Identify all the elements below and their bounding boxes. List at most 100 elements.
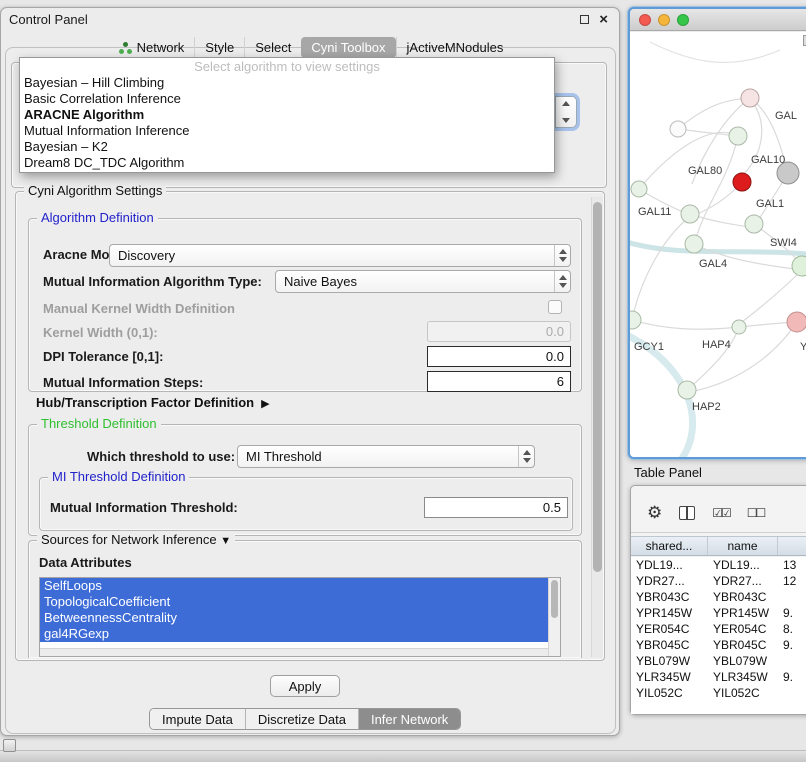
control-panel-titlebar[interactable]: Control Panel ×: [1, 8, 619, 32]
table-row[interactable]: YDL19...YDL19...13: [631, 557, 806, 573]
data-attributes-listbox[interactable]: SelfLoopsTopologicalCoefficientBetweenne…: [39, 577, 561, 657]
table-row[interactable]: YBR045CYBR045C9.: [631, 637, 806, 653]
dpi-tolerance-label: DPI Tolerance [0,1]:: [43, 349, 163, 364]
control-panel-window: Control Panel × Network StyleSelectCyni T…: [0, 7, 620, 736]
scrollbar-thumb[interactable]: [551, 580, 558, 618]
network-node[interactable]: [685, 235, 703, 253]
table-row[interactable]: YPR145WYPR145W9.: [631, 605, 806, 621]
algorithm-combobox-fragment[interactable]: [555, 96, 577, 128]
list-vertical-scrollbar[interactable]: [548, 578, 560, 656]
list-horizontal-scrollbar[interactable]: [40, 648, 548, 656]
attribute-item[interactable]: gal4RGexp: [40, 626, 548, 642]
gear-icon[interactable]: ⚙: [647, 503, 662, 523]
bottom-tab-infer-network[interactable]: Infer Network: [358, 709, 460, 729]
network-node[interactable]: [741, 89, 759, 107]
which-threshold-value: MI Threshold: [238, 449, 518, 464]
data-attributes-list: SelfLoopsTopologicalCoefficientBetweenne…: [40, 578, 560, 642]
table-cell: YDL19...: [631, 557, 708, 573]
table-row[interactable]: YBL079WYBL079W: [631, 653, 806, 669]
which-threshold-combobox[interactable]: MI Threshold: [237, 445, 535, 468]
node-label: GAL10: [751, 154, 785, 166]
network-canvas[interactable]: GALGAL80GAL10GAL1GAL11SWI4GAL4GCY1HAP4HA…: [630, 32, 806, 457]
column-header[interactable]: [778, 537, 806, 555]
network-node[interactable]: [732, 320, 746, 334]
bottom-tab-impute-data[interactable]: Impute Data: [150, 709, 245, 729]
attribute-item[interactable]: BetweennessCentrality: [40, 610, 548, 626]
table-row[interactable]: YBR043CYBR043C: [631, 589, 806, 605]
scrollbar-thumb[interactable]: [593, 202, 602, 572]
table-row[interactable]: YLR345WYLR345W9.: [631, 669, 806, 685]
mi-threshold-field[interactable]: 0.5: [424, 497, 568, 518]
columns-icon[interactable]: [679, 506, 695, 520]
network-node[interactable]: [792, 256, 806, 276]
network-node[interactable]: [787, 312, 806, 332]
select-all-icon[interactable]: ☑☑: [712, 506, 730, 520]
tab-network[interactable]: Network: [109, 37, 195, 58]
zoom-traffic-light-icon[interactable]: [677, 14, 689, 26]
network-node[interactable]: [631, 181, 647, 197]
table-cell: YLR345W: [708, 669, 778, 685]
table-row[interactable]: YDR27...YDR27...12: [631, 573, 806, 589]
node-label: GAL80: [688, 165, 722, 177]
minimized-window-icon[interactable]: [3, 739, 16, 752]
tab-label: Network: [137, 40, 185, 55]
minimize-traffic-light-icon[interactable]: [658, 14, 670, 26]
mi-algorithm-type-value: Naive Bayes: [276, 274, 554, 289]
tab-select[interactable]: Select: [244, 37, 301, 58]
mi-algorithm-type-combobox[interactable]: Naive Bayes: [275, 270, 571, 293]
aracne-mode-combobox[interactable]: Discovery: [109, 244, 571, 267]
network-graph[interactable]: GALGAL80GAL10GAL1GAL11SWI4GAL4GCY1HAP4HA…: [630, 32, 806, 459]
table-cell: [778, 653, 806, 669]
bottom-tab-bar: Impute DataDiscretize DataInfer Network: [149, 708, 461, 730]
network-node[interactable]: [678, 381, 696, 399]
algorithm-list: Bayesian – Hill ClimbingBasic Correlatio…: [20, 75, 554, 171]
combo-stepper-icon: [554, 245, 570, 266]
close-icon[interactable]: ×: [599, 10, 608, 30]
table-cell: YBR043C: [631, 589, 708, 605]
algorithm-definition-title: Algorithm Definition: [37, 210, 158, 225]
apply-button[interactable]: Apply: [270, 675, 340, 697]
network-window-titlebar[interactable]: [630, 9, 806, 31]
toolbar-separator: [631, 532, 806, 533]
algorithm-definition-group: Algorithm Definition Aracne Mode: Discov…: [28, 218, 582, 392]
deselect-all-icon[interactable]: ☐☐: [747, 506, 765, 520]
algorithm-option[interactable]: Bayesian – Hill Climbing: [20, 75, 554, 91]
attribute-item[interactable]: TopologicalCoefficient: [40, 594, 548, 610]
network-node[interactable]: [733, 173, 751, 191]
node-label: GAL: [775, 110, 797, 122]
column-header[interactable]: shared...: [631, 537, 708, 555]
tab-style[interactable]: Style: [194, 37, 244, 58]
table-row[interactable]: YER054CYER054C8.: [631, 621, 806, 637]
combo-stepper-icon: [518, 446, 534, 467]
bottom-tab-discretize-data[interactable]: Discretize Data: [245, 709, 358, 729]
algorithm-option[interactable]: ARACNE Algorithm: [20, 107, 554, 123]
float-window-icon[interactable]: [580, 15, 589, 24]
network-node[interactable]: [630, 311, 641, 329]
kernel-width-field[interactable]: 0.0: [427, 321, 571, 342]
attribute-item[interactable]: SelfLoops: [40, 578, 548, 594]
network-node[interactable]: [670, 121, 686, 137]
network-node[interactable]: [681, 205, 699, 223]
dpi-tolerance-field[interactable]: 0.0: [427, 346, 571, 367]
manual-kernel-checkbox[interactable]: [548, 300, 562, 314]
sources-group-title[interactable]: Sources for Network Inference ▼: [37, 532, 235, 547]
kernel-width-label: Kernel Width (0,1):: [43, 325, 158, 340]
algorithm-option[interactable]: Mutual Information Inference: [20, 123, 554, 139]
table-cell: YDL19...: [708, 557, 778, 573]
table-row[interactable]: YIL052CYIL052C: [631, 685, 806, 701]
algorithm-option[interactable]: Basic Correlation Inference: [20, 91, 554, 107]
algorithm-option[interactable]: Bayesian – K2: [20, 139, 554, 155]
tab-jactivemnodules[interactable]: jActiveMNodules: [396, 37, 514, 58]
mi-threshold-group: MI Threshold Definition Mutual Informati…: [39, 477, 573, 531]
tab-cyni-toolbox[interactable]: Cyni Toolbox: [301, 37, 395, 58]
node-label: HAP2: [692, 401, 721, 413]
mi-steps-field[interactable]: 6: [427, 371, 571, 392]
hub-section-toggle[interactable]: Hub/Transcription Factor Definition▶: [36, 395, 270, 410]
algorithm-option[interactable]: Dream8 DC_TDC Algorithm: [20, 155, 554, 171]
close-traffic-light-icon[interactable]: [639, 14, 651, 26]
network-node[interactable]: [729, 127, 747, 145]
settings-vertical-scrollbar[interactable]: [591, 197, 603, 657]
column-header[interactable]: name: [708, 537, 778, 555]
sources-group: Sources for Network Inference ▼ Data Att…: [28, 540, 582, 658]
network-node[interactable]: [745, 215, 763, 233]
